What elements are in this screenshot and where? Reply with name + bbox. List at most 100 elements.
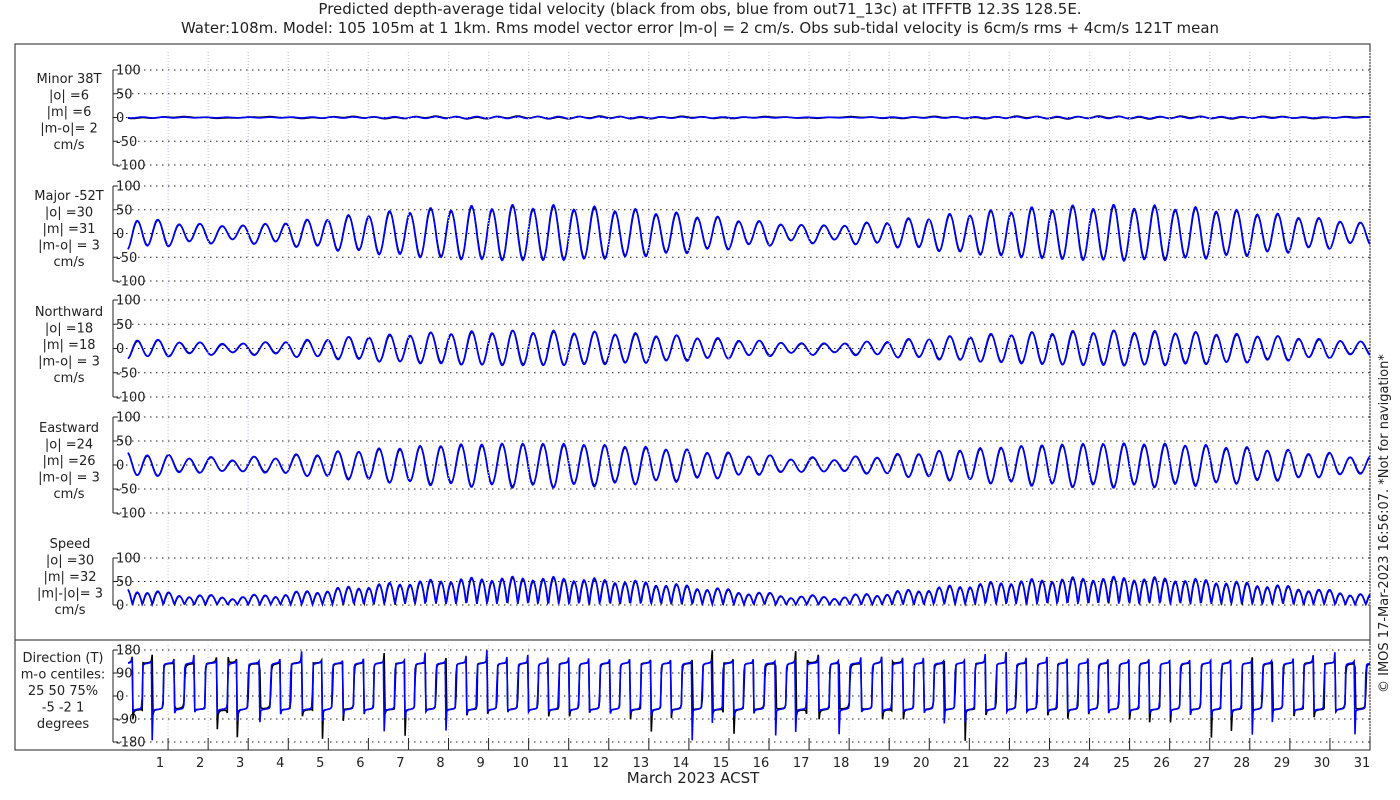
x-axis-label: March 2023 ACST — [627, 769, 760, 787]
y-tick-label: 180 — [116, 644, 141, 659]
x-tick-label: 9 — [476, 756, 484, 771]
y-tick-label: 0 — [116, 342, 124, 357]
x-tick-label: 31 — [1354, 756, 1371, 771]
panel-label-line: |m| =6 — [47, 105, 92, 120]
panel-label-line: cm/s — [54, 255, 85, 270]
panel-label-line: Speed — [50, 537, 91, 552]
chart-title-line1: Predicted depth-average tidal velocity (… — [318, 0, 1081, 19]
x-tick-label: 27 — [1193, 756, 1210, 771]
y-tick-label: -180 — [116, 736, 146, 751]
x-tick-label: 4 — [276, 756, 284, 771]
panel-label-line: |m-o|= 2 — [40, 122, 98, 137]
x-tick-label: 14 — [673, 756, 690, 771]
panel-label-line: |o| =24 — [45, 438, 93, 453]
chart-title-line2: Water:108m. Model: 105 105m at 1 1km. Rm… — [181, 19, 1219, 37]
panel-label-line: |m| =18 — [43, 338, 96, 353]
y-tick-label: -100 — [116, 507, 146, 522]
x-tick-label: 25 — [1113, 756, 1130, 771]
y-tick-label: 50 — [116, 318, 133, 333]
panel-label-line: cm/s — [54, 138, 85, 153]
y-tick-label: -50 — [116, 366, 137, 381]
series-model-major — [127, 203, 1371, 262]
y-tick-label: 0 — [116, 111, 124, 126]
y-tick-label: 100 — [116, 552, 141, 567]
panel-label-line: degrees — [37, 717, 90, 732]
x-tick-label: 12 — [593, 756, 610, 771]
y-tick-label: 50 — [116, 575, 133, 590]
x-tick-label: 18 — [833, 756, 850, 771]
copyright-footer: © IMOS 17-Mar-2023 16:56:07. *Not for na… — [1377, 354, 1392, 693]
x-tick-label: 11 — [552, 756, 569, 771]
x-tick-label: 23 — [1033, 756, 1050, 771]
panel-label-line: cm/s — [55, 603, 86, 618]
series-model-east — [127, 442, 1371, 489]
panel-label-line: |m| =26 — [43, 454, 96, 469]
panel-label-line: cm/s — [54, 371, 85, 386]
x-tick-label: 13 — [633, 756, 650, 771]
chart-canvas: Predicted depth-average tidal velocity (… — [14, 0, 1392, 787]
panel-label-line: |o| =30 — [46, 554, 94, 569]
y-tick-label: 0 — [116, 459, 124, 474]
y-tick-label: 50 — [116, 435, 133, 450]
x-tick-label: 29 — [1274, 756, 1291, 771]
panel-label-line: |o| =6 — [49, 89, 89, 104]
y-tick-label: 100 — [116, 64, 141, 79]
panel-label-line: |m|-|o|= 3 — [37, 587, 103, 602]
y-tick-label: 0 — [116, 227, 124, 242]
upper-frame — [14, 43, 1371, 641]
x-tick-label: 26 — [1153, 756, 1170, 771]
x-tick-label: 19 — [873, 756, 890, 771]
y-tick-label: 0 — [116, 690, 124, 705]
panel-label-line: |o| =30 — [45, 206, 93, 221]
x-tick-label: 24 — [1073, 756, 1090, 771]
x-tick-label: 17 — [793, 756, 810, 771]
y-tick-label: 100 — [116, 180, 141, 195]
y-tick-label: -50 — [116, 483, 137, 498]
panel-label-line: 25 50 75% — [28, 684, 98, 699]
panel-label-line: Eastward — [39, 421, 99, 436]
x-tick-label: 20 — [913, 756, 930, 771]
x-tick-label: 10 — [512, 756, 529, 771]
series-obs-east — [127, 443, 1371, 489]
y-tick-label: -100 — [116, 275, 146, 290]
x-tick-label: 22 — [993, 756, 1010, 771]
x-tick-label: 3 — [236, 756, 244, 771]
panel-label-line: |m-o| = 3 — [38, 471, 100, 486]
x-tick-label: 21 — [953, 756, 970, 771]
x-tick-label: 8 — [436, 756, 444, 771]
panel-label-line: |m| =31 — [43, 222, 96, 237]
panel-label-line: Major -52T — [34, 189, 103, 204]
tidal-velocity-figure: Predicted depth-average tidal velocity (… — [0, 0, 1400, 800]
y-tick-label: 100 — [116, 294, 141, 309]
y-tick-label: -50 — [116, 135, 137, 150]
panel-label-line: Northward — [35, 305, 103, 320]
x-tick-label: 15 — [713, 756, 730, 771]
panel-label-line: m-o centiles: — [21, 668, 106, 683]
y-tick-label: -100 — [116, 391, 146, 406]
panel-label-line: |o| =18 — [45, 322, 93, 337]
y-tick-label: 90 — [116, 667, 133, 682]
x-tick-label: 30 — [1314, 756, 1331, 771]
y-tick-label: 50 — [116, 87, 133, 102]
x-tick-label: 5 — [316, 756, 324, 771]
panel-label-line: |m-o| = 3 — [38, 239, 100, 254]
series-model-speed — [127, 575, 1371, 608]
y-tick-label: -100 — [116, 159, 146, 174]
series-model-north — [127, 329, 1371, 367]
panel-label-line: -5 -2 1 — [42, 701, 84, 716]
panel-label-line: Direction (T) — [23, 651, 104, 666]
x-tick-label: 2 — [196, 756, 204, 771]
panel-label-line: |m-o| = 3 — [38, 355, 100, 370]
x-tick-label: 7 — [396, 756, 404, 771]
y-tick-label: 50 — [116, 203, 133, 218]
panel-label-line: |m| =32 — [44, 570, 97, 585]
series-model-dir — [127, 650, 1371, 741]
y-tick-label: -50 — [116, 251, 137, 266]
panel-label-line: Minor 38T — [37, 72, 102, 87]
y-tick-label: 0 — [116, 599, 124, 614]
series-obs-major — [127, 204, 1371, 261]
x-tick-label: 1 — [156, 756, 164, 771]
y-tick-label: 100 — [116, 411, 141, 426]
x-tick-label: 28 — [1234, 756, 1251, 771]
panel-label-line: cm/s — [54, 487, 85, 502]
